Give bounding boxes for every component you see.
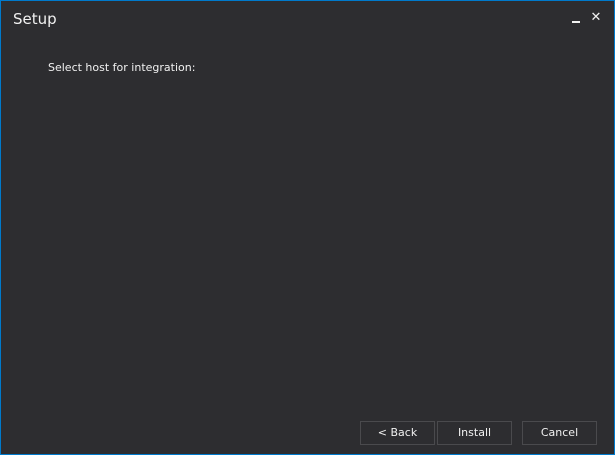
setup-window: Setup ✕ Select host for integration: < B… — [0, 0, 615, 455]
minimize-icon[interactable] — [567, 9, 585, 27]
back-button[interactable]: < Back — [360, 421, 435, 445]
minimize-bar — [572, 21, 580, 23]
host-selection-prompt: Select host for integration: — [48, 61, 196, 74]
cancel-button[interactable]: Cancel — [522, 421, 597, 445]
title-bar[interactable]: Setup ✕ — [1, 1, 614, 37]
install-button[interactable]: Install — [437, 421, 512, 445]
window-title: Setup — [13, 10, 57, 28]
close-icon[interactable]: ✕ — [587, 9, 605, 27]
